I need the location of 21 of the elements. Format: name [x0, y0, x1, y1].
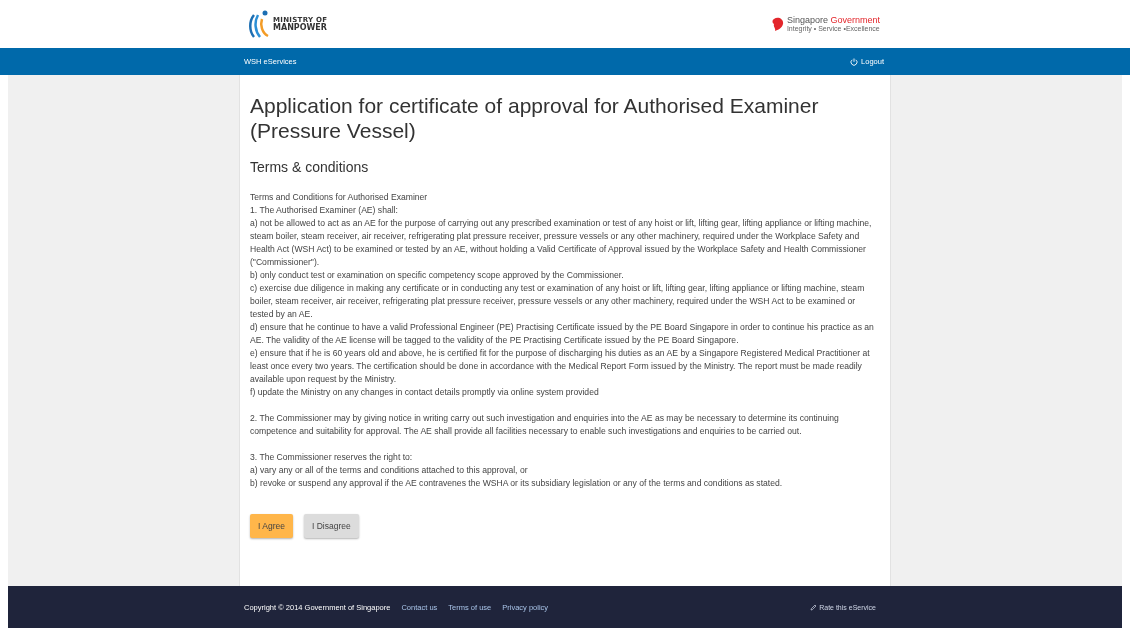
page-title: Application for certificate of approval for Authorised Examiner (Pressure Vessel): [250, 93, 820, 143]
ministry-name: MANPOWER: [273, 23, 328, 32]
terms-paragraph: a) not be allowed to act as an AE for the purpose of carrying out any prescribed examination or test of any hoist or lift, lifting gear, lifting appliance or lifting machine, steam boiler, steam receiver, air receiver, refrigerating plat pressure receiver, pressure vessels or any other machinery, required under the Workplace Safety and Health Act (WSH Act) to be examined or tested by an AE, without holding a Valid Certificate of Approval issued by the Workplace Safety and Health Commissioner ("Commissioner").: [250, 217, 873, 269]
terms-paragraph: b) only conduct test or examination on specific competency scope approved by the Commissioner.: [250, 269, 625, 282]
government-name: Singapore Government: [786, 16, 880, 25]
terms-paragraph: e) ensure that if he is 60 years old and above, he is certified fit for the purpose of discharging his duties as an AE by a Singapore Registered Medical Practitioner at least once every two years. The certification should be done in accordance with the Medical Report Form issued by the Ministry. The report must be made readily available upon request by the Ministry.: [250, 347, 871, 386]
ministry-logo-icon: [248, 9, 270, 39]
terms-paragraph: f) update the Ministry on any changes in contact details promptly via online system provided: [250, 386, 600, 399]
terms-paragraph: c) exercise due diligence in making any certificate or in conducting any test or examination of any hoist or lift, lifting gear, lifting appliance or lifting machine, steam boiler, steam receiver, air receiver, refrigerating plat pressure receiver, pressure vessels or any other machinery, required under the WSH Act to be examined or tested by an AE.: [250, 282, 866, 321]
disagree-button[interactable]: I Disagree: [303, 514, 359, 538]
terms-paragraph: a) vary any or all of the terms and conditions attached to this approval, or: [250, 464, 529, 477]
power-icon: [850, 57, 859, 66]
terms-paragraph: b) revoke or suspend any approval if the AE contravenes the WSHA or its subsidiary legislation or any of the terms and conditions as stated.: [250, 477, 784, 490]
terms-paragraph: 1. The Authorised Examiner (AE) shall:: [250, 204, 399, 217]
terms-paragraph: Terms and Conditions for Authorised Examiner: [250, 191, 429, 204]
agree-button[interactable]: I Agree: [250, 514, 293, 538]
section-heading: Terms & conditions: [250, 159, 370, 175]
terms-paragraph: 2. The Commissioner may by giving notice in writing carry out such investigation and enquiries into the AE as may be necessary to determine its continuing competence and suitability for approval. The AE shall provide all facilities necessary to enable such investigations and enquiries to be carried out.: [250, 412, 840, 438]
terms-paragraph: d) ensure that he continue to have a valid Professional Engineer (PE) Practising Certificate issued by the PE Board Singapore in order to continue his practice as an AE. The validity of the AE license will be tagged to the validity of the PE Practising Certificate issued by the PE Board Singapore.: [250, 321, 875, 347]
terms-paragraph: 3. The Commissioner reserves the right to:: [250, 451, 414, 464]
pencil-icon: [810, 603, 818, 611]
